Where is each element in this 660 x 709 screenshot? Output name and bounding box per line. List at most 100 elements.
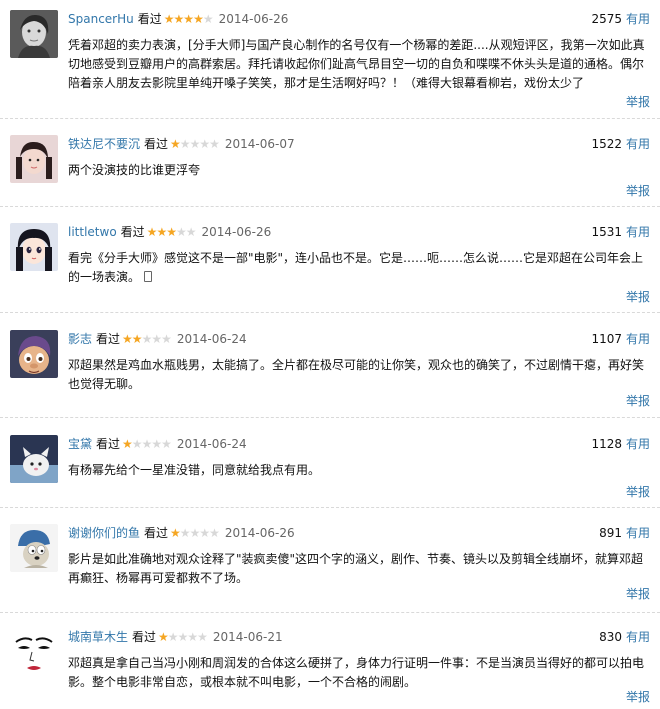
- useful-button[interactable]: 有用: [626, 437, 650, 451]
- report-link[interactable]: 举报: [626, 289, 650, 305]
- divider: [0, 417, 660, 418]
- rating-stars: ★★★★★: [122, 437, 172, 451]
- review-date: 2014-06-26: [218, 12, 289, 26]
- vote-count: 1128: [591, 437, 622, 451]
- wallace-gromit-avatar[interactable]: [10, 524, 58, 572]
- watched-label: 看过: [96, 437, 121, 451]
- vote-area: 1128 有用: [591, 435, 650, 453]
- review-date: 2014-06-26: [201, 225, 272, 239]
- review-text: 凭着邓超的卖力表演，[分手大师]与国产良心制作的名号仅有一个杨幂的差距....从…: [68, 38, 645, 90]
- star-filled-icon: ★: [146, 225, 158, 239]
- useful-button[interactable]: 有用: [626, 526, 650, 540]
- star-empty-icon: ★: [189, 526, 201, 540]
- reviewer-link[interactable]: 城南草木生: [68, 630, 128, 644]
- review-meta: 谢谢你们的鱼 看过 ★★★★★ 2014-06-26: [68, 524, 295, 542]
- review-meta: 影志 看过 ★★★★★ 2014-06-24: [68, 330, 247, 348]
- report-link[interactable]: 举报: [626, 183, 650, 199]
- vote-count: 1522: [591, 137, 622, 151]
- report-link[interactable]: 举报: [626, 393, 650, 409]
- watched-label: 看过: [144, 137, 169, 151]
- review-item: 谢谢你们的鱼 看过 ★★★★★ 2014-06-26 891 有用 影片是如此准确地对观…: [0, 524, 660, 604]
- report-link[interactable]: 举报: [626, 689, 650, 705]
- star-empty-icon: ★: [179, 137, 191, 151]
- star-empty-icon: ★: [167, 630, 179, 644]
- ink-face-avatar[interactable]: [10, 628, 58, 676]
- review-text: 看完《分手大师》感觉这不是一部"电影"，连小品也不是。它是……呃……怎么说……它…: [68, 251, 644, 284]
- review-text: 邓超真是拿自己当冯小刚和周润发的合体这么硬拼了，身体力行证明一件事：不是当演员当…: [68, 656, 645, 689]
- star-empty-icon: ★: [161, 437, 172, 451]
- review-item: 城南草木生 看过 ★★★★★ 2014-06-21 830 有用 邓超真是拿自己当冯小刚…: [0, 628, 660, 708]
- star-empty-icon: ★: [202, 12, 214, 26]
- star-filled-icon: ★: [156, 225, 167, 239]
- reviewer-link[interactable]: 铁达尼不要沉: [68, 137, 140, 151]
- star-empty-icon: ★: [151, 437, 162, 451]
- review-text: 邓超果然是鸡血水瓶贱男，太能搞了。全片都在极尽可能的让你笑，观众也的确笑了，不过…: [68, 358, 645, 391]
- report-link[interactable]: 举报: [626, 586, 650, 602]
- review-text: 两个没演技的比谁更浮夸: [68, 163, 201, 177]
- star-empty-icon: ★: [197, 630, 208, 644]
- useful-button[interactable]: 有用: [626, 225, 650, 239]
- star-empty-icon: ★: [187, 630, 198, 644]
- reviewer-link[interactable]: 宝黛: [68, 437, 92, 451]
- rating-stars: ★★★★★: [170, 526, 220, 540]
- divider: [0, 612, 660, 613]
- divider: [0, 507, 660, 508]
- vote-area: 1107 有用: [591, 330, 650, 348]
- review-text: 有杨幂先给个一星准没错，同意就给我点有用。: [68, 463, 321, 477]
- star-empty-icon: ★: [177, 630, 189, 644]
- rating-stars: ★★★★★: [163, 12, 214, 26]
- review-item: 宝黛 看过 ★★★★★ 2014-06-24 1128 有用 有杨幂先给个一星准没错，同…: [0, 435, 660, 505]
- review-meta: 城南草木生 看过 ★★★★★ 2014-06-21: [68, 628, 283, 646]
- watched-label: 看过: [137, 12, 162, 26]
- star-filled-icon: ★: [170, 526, 181, 540]
- report-link[interactable]: 举报: [626, 94, 650, 110]
- review-text: 影片是如此准确地对观众诠释了"装疯卖傻"这四个字的涵义，剧作、节奏、镜头以及剪辑…: [68, 552, 644, 585]
- reviewer-link[interactable]: littletwo: [68, 225, 117, 239]
- star-empty-icon: ★: [141, 437, 153, 451]
- star-filled-icon: ★: [163, 12, 175, 26]
- cartoon-character-avatar[interactable]: [10, 330, 58, 378]
- vote-area: 2575 有用: [591, 10, 650, 28]
- review-date: 2014-06-07: [224, 137, 295, 151]
- anime-girl-avatar[interactable]: [10, 223, 58, 271]
- review-item: 影志 看过 ★★★★★ 2014-06-24 1107 有用 邓超果然是鸡血水瓶贱男，太…: [0, 330, 660, 410]
- star-empty-icon: ★: [199, 137, 210, 151]
- useful-button[interactable]: 有用: [626, 332, 650, 346]
- reviewer-link[interactable]: 谢谢你们的鱼: [68, 526, 140, 540]
- review-meta: littletwo 看过 ★★★★★ 2014-06-26: [68, 223, 271, 241]
- vote-count: 1531: [591, 225, 622, 239]
- useful-button[interactable]: 有用: [626, 12, 650, 26]
- review-meta: SpancerHu 看过 ★★★★★ 2014-06-26: [68, 10, 288, 28]
- divider: [0, 312, 660, 313]
- girl-photo-avatar[interactable]: [10, 135, 58, 183]
- watched-label: 看过: [96, 332, 121, 346]
- reviewer-link[interactable]: 影志: [68, 332, 92, 346]
- review-meta: 宝黛 看过 ★★★★★ 2014-06-24: [68, 435, 247, 453]
- watched-label: 看过: [120, 225, 145, 239]
- star-filled-icon: ★: [122, 332, 133, 346]
- star-empty-icon: ★: [209, 137, 220, 151]
- woman-portrait-avatar[interactable]: [10, 10, 58, 58]
- review-meta: 铁达尼不要沉 看过 ★★★★★ 2014-06-07: [68, 135, 295, 153]
- star-filled-icon: ★: [183, 12, 194, 26]
- star-empty-icon: ★: [209, 526, 220, 540]
- vote-count: 2575: [591, 12, 622, 26]
- review-item: SpancerHu 看过 ★★★★★ 2014-06-26 2575 有用 凭着邓超的卖…: [0, 10, 660, 110]
- cartoon-cat-avatar[interactable]: [10, 435, 58, 483]
- star-filled-icon: ★: [122, 437, 133, 451]
- star-filled-icon: ★: [158, 630, 169, 644]
- star-empty-icon: ★: [161, 332, 172, 346]
- star-empty-icon: ★: [151, 332, 162, 346]
- divider: [0, 206, 660, 207]
- useful-button[interactable]: 有用: [626, 630, 650, 644]
- review-date: 2014-06-24: [176, 437, 247, 451]
- star-empty-icon: ★: [175, 225, 187, 239]
- vote-area: 891 有用: [599, 524, 650, 542]
- divider: [0, 118, 660, 119]
- review-item: littletwo 看过 ★★★★★ 2014-06-26 1531 有用 看完《分手大…: [0, 223, 660, 308]
- report-link[interactable]: 举报: [626, 484, 650, 500]
- vote-count: 830: [599, 630, 622, 644]
- vote-area: 830 有用: [599, 628, 650, 646]
- reviewer-link[interactable]: SpancerHu: [68, 12, 134, 26]
- useful-button[interactable]: 有用: [626, 137, 650, 151]
